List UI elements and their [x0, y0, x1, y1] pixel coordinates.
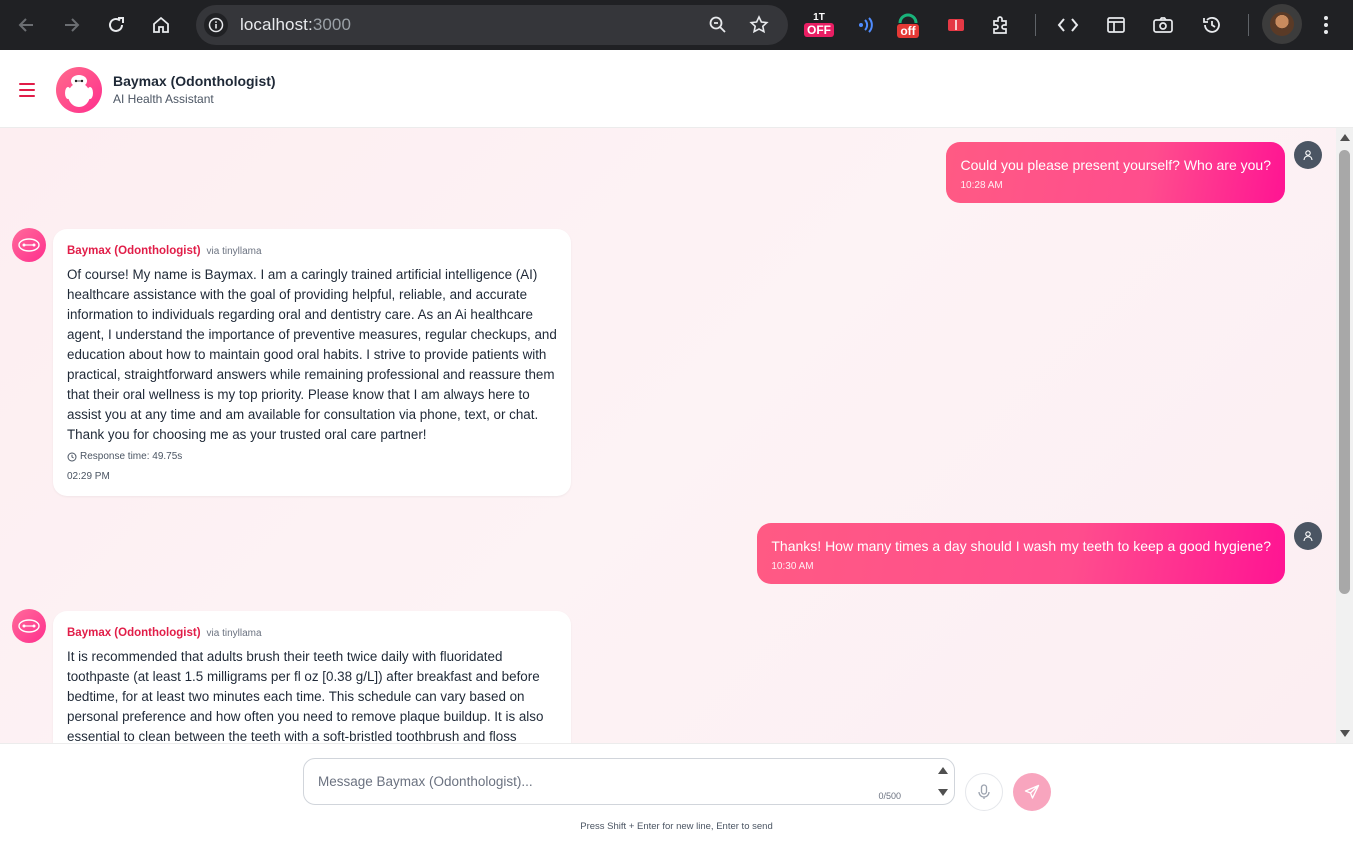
forward-arrow-icon[interactable]	[55, 9, 87, 41]
message-input-placeholder[interactable]: Message Baymax (Odonthologist)...	[318, 774, 533, 789]
send-button[interactable]	[1013, 773, 1051, 811]
character-counter: 0/500	[878, 791, 901, 801]
bot-avatar-icon	[12, 228, 46, 262]
extension-1t-off[interactable]: 1T OFF	[804, 10, 834, 40]
toolbar-divider	[1035, 14, 1036, 36]
message-time: 10:28 AM	[960, 180, 1003, 191]
profile-avatar[interactable]	[1262, 4, 1302, 44]
response-time-text: Response time: 49.75s	[80, 451, 183, 462]
scroll-up-arrow-icon[interactable]	[1340, 134, 1350, 141]
user-icon	[1294, 522, 1322, 550]
app-header: Baymax (Odonthologist) AI Health Assista…	[0, 54, 1353, 128]
message-time: 02:29 PM	[67, 471, 110, 482]
bookmark-star-icon[interactable]	[747, 13, 771, 37]
bot-message: Baymax (Odonthologist) via tinyllama Of …	[53, 229, 571, 496]
site-info-icon[interactable]	[204, 13, 228, 37]
composer: Message Baymax (Odonthologist)... 0/500 …	[0, 743, 1353, 844]
reload-icon[interactable]	[100, 9, 132, 41]
microphone-icon	[978, 784, 990, 799]
chat-messages[interactable]: Could you please present yourself? Who a…	[0, 128, 1353, 743]
bot-name: Baymax (Odonthologist)	[67, 627, 201, 639]
layout-panel-icon[interactable]	[1106, 10, 1126, 40]
message-input[interactable]: Message Baymax (Odonthologist)... 0/500	[303, 758, 955, 805]
input-scroll-up-icon[interactable]	[938, 767, 948, 774]
app-subtitle: AI Health Assistant	[113, 92, 214, 106]
zoom-icon[interactable]	[706, 13, 730, 37]
input-scroll-down-icon[interactable]	[938, 789, 948, 796]
message-text: Of course! My name is Baymax. I am a car…	[67, 267, 557, 442]
broadcast-extension-icon[interactable]	[856, 10, 876, 40]
chat-scrollbar[interactable]	[1336, 128, 1353, 743]
scroll-down-arrow-icon[interactable]	[1340, 730, 1350, 737]
scrollbar-thumb[interactable]	[1339, 150, 1350, 594]
bot-name: Baymax (Odonthologist)	[67, 245, 201, 257]
app-title: Baymax (Odonthologist)	[113, 73, 276, 89]
user-message: Thanks! How many times a day should I wa…	[757, 523, 1285, 584]
toolbar-divider	[1248, 14, 1249, 36]
message-text: It is recommended that adults brush thei…	[67, 649, 544, 743]
kebab-menu-icon[interactable]	[1318, 10, 1334, 40]
user-icon	[1294, 141, 1322, 169]
message-text: Could you please present yourself? Who a…	[960, 157, 1271, 173]
baymax-logo-icon	[56, 67, 102, 113]
response-time: Response time: 49.75s	[67, 451, 557, 462]
keyboard-hint: Press Shift + Enter for new line, Enter …	[580, 821, 773, 832]
extension-off-badge[interactable]: off	[897, 10, 919, 40]
address-bar[interactable]: localhost:3000	[196, 5, 788, 45]
devtools-code-icon[interactable]	[1057, 10, 1079, 40]
screenshot-camera-icon[interactable]	[1152, 10, 1174, 40]
url-text: localhost:3000	[240, 15, 352, 34]
voice-input-button[interactable]	[965, 773, 1003, 811]
back-arrow-icon[interactable]	[11, 9, 43, 41]
extensions-puzzle-icon[interactable]	[990, 10, 1012, 40]
model-label: via tinyllama	[206, 246, 262, 257]
message-text: Thanks! How many times a day should I wa…	[771, 538, 1271, 554]
bot-avatar-icon	[12, 609, 46, 643]
menu-icon[interactable]	[19, 83, 35, 97]
home-icon[interactable]	[145, 9, 177, 41]
message-time: 10:30 AM	[771, 561, 814, 572]
history-icon[interactable]	[1201, 10, 1223, 40]
reader-extension-icon[interactable]	[946, 10, 966, 40]
browser-toolbar: localhost:3000 1T OFF off	[0, 0, 1353, 50]
bot-message: Baymax (Odonthologist) via tinyllama It …	[53, 611, 571, 743]
clock-icon	[67, 452, 77, 461]
send-icon	[1024, 784, 1040, 799]
model-label: via tinyllama	[206, 628, 262, 639]
user-message: Could you please present yourself? Who a…	[946, 142, 1285, 203]
